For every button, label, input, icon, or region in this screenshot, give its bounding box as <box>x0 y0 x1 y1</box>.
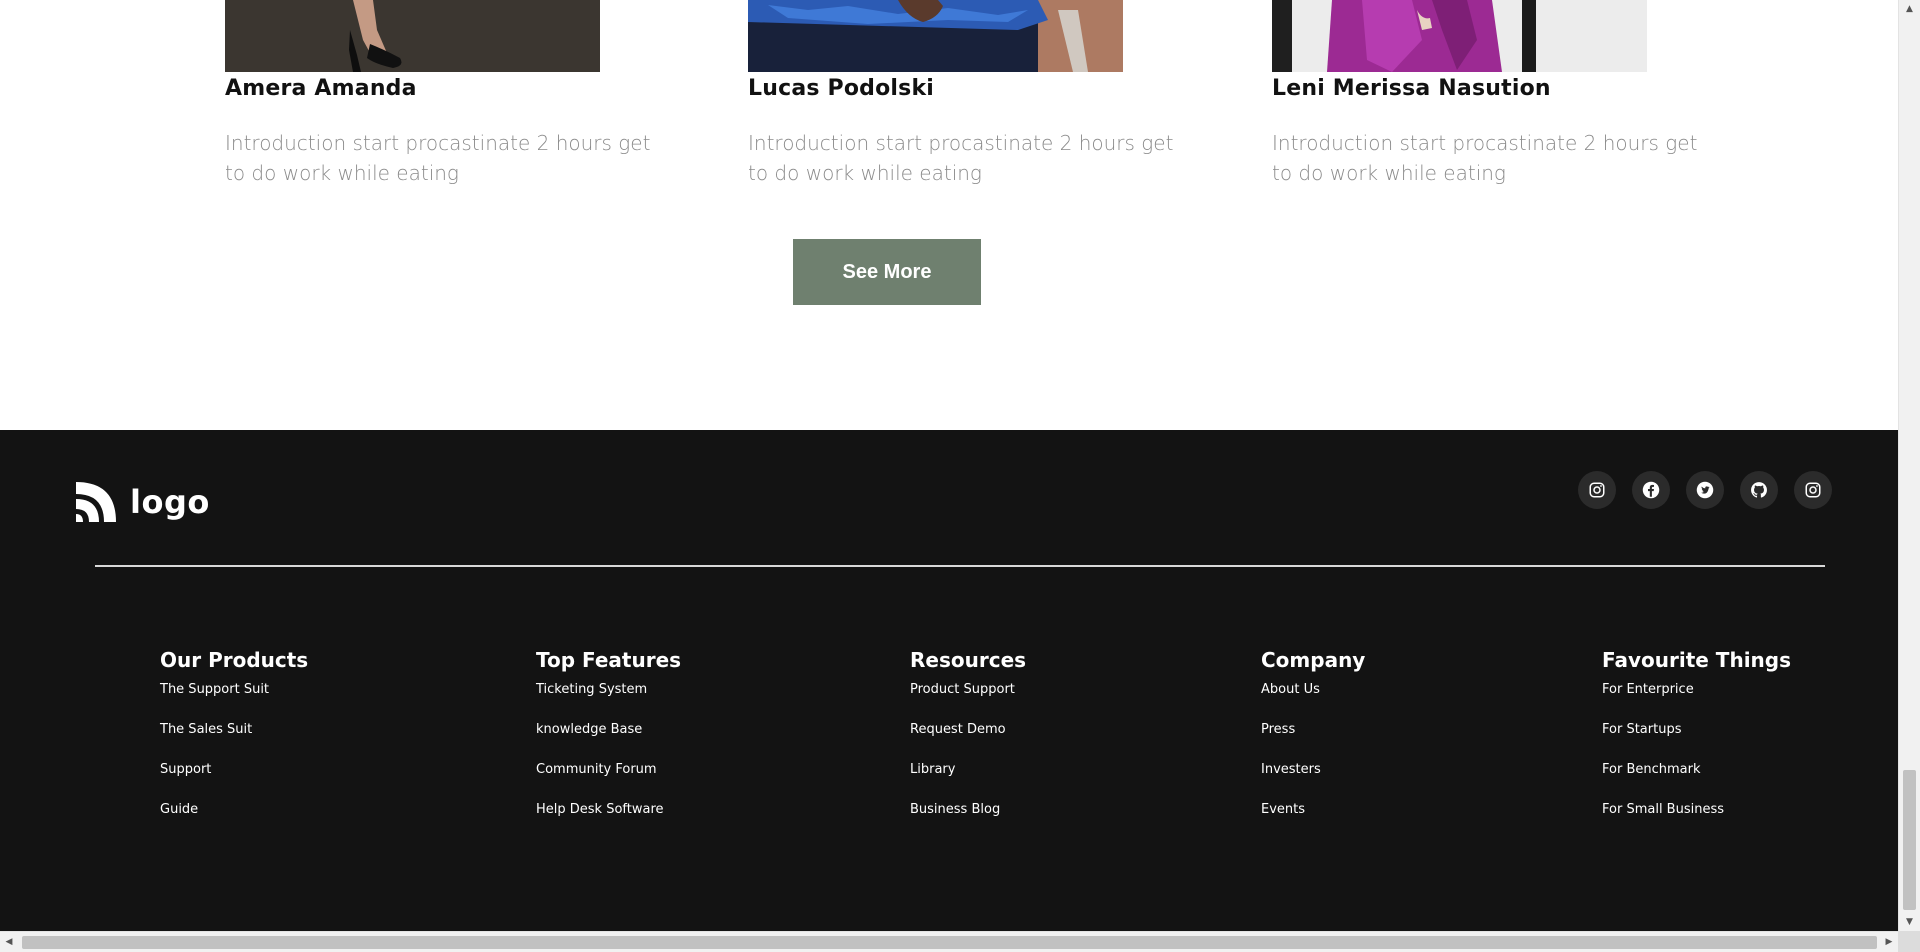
team-member-name: Amera Amanda <box>225 76 417 101</box>
team-member-name: Lucas Podolski <box>748 76 935 101</box>
twitter-link[interactable] <box>1686 471 1724 509</box>
footer-column-resources: Resources Product Support Request Demo L… <box>910 648 1026 842</box>
footer-link[interactable]: The Sales Suit <box>160 722 308 762</box>
footer-link[interactable]: Ticketing System <box>536 682 681 722</box>
footer-link[interactable]: Press <box>1261 722 1365 762</box>
instagram-icon <box>1805 482 1821 498</box>
footer-column-title: Top Features <box>536 648 682 672</box>
logo[interactable]: logo <box>74 480 210 524</box>
footer-link[interactable]: Help Desk Software <box>536 802 681 842</box>
team-section: Amera Amanda Introduction start procasti… <box>0 0 1898 430</box>
footer-column-favourite-things: Favourite Things For Enterprice For Star… <box>1602 648 1791 842</box>
team-member-description: Introduction start procastinate 2 hours … <box>225 131 651 185</box>
see-more-button[interactable]: See More <box>793 239 981 305</box>
footer-column-title: Resources <box>910 648 1027 672</box>
social-links <box>1578 471 1832 509</box>
team-member-name: Leni Merissa Nasution <box>1272 76 1551 101</box>
footer-column-title: Company <box>1261 648 1366 672</box>
github-icon <box>1751 482 1767 498</box>
footer-column-title: Favourite Things <box>1602 648 1792 672</box>
team-member-description: Introduction start procastinate 2 hours … <box>748 131 1174 185</box>
team-photo <box>748 0 1123 72</box>
logo-text: logo <box>130 483 210 521</box>
footer-link[interactable]: Guide <box>160 802 308 842</box>
footer-column-top-features: Top Features Ticketing System knowledge … <box>536 648 681 842</box>
footer-link[interactable]: About Us <box>1261 682 1365 722</box>
footer-link[interactable]: For Enterprice <box>1602 682 1791 722</box>
footer-link[interactable]: knowledge Base <box>536 722 681 762</box>
vertical-scrollbar[interactable]: ▲ ▼ <box>1898 0 1920 931</box>
footer-link[interactable]: Product Support <box>910 682 1026 722</box>
page: Amera Amanda Introduction start procasti… <box>0 0 1898 931</box>
facebook-link[interactable] <box>1632 471 1670 509</box>
instagram-link[interactable] <box>1794 471 1832 509</box>
footer-link[interactable]: For Small Business <box>1602 802 1791 842</box>
facebook-icon <box>1642 481 1660 499</box>
footer: logo Our Products The Support Suit The S… <box>0 430 1898 931</box>
instagram-icon <box>1589 482 1605 498</box>
footer-divider <box>95 565 1825 567</box>
footer-column-our-products: Our Products The Support Suit The Sales … <box>160 648 308 842</box>
scroll-right-arrow-icon[interactable]: ▶ <box>1880 932 1898 952</box>
footer-link[interactable]: Support <box>160 762 308 802</box>
github-link[interactable] <box>1740 471 1778 509</box>
footer-link[interactable]: Events <box>1261 802 1365 842</box>
footer-column-company: Company About Us Press Investers Events <box>1261 648 1365 842</box>
vertical-scrollbar-thumb[interactable] <box>1903 770 1916 910</box>
horizontal-scrollbar-thumb[interactable] <box>22 936 1877 949</box>
photo-illustration <box>225 0 600 72</box>
footer-link[interactable]: Request Demo <box>910 722 1026 762</box>
scroll-down-arrow-icon[interactable]: ▼ <box>1899 913 1920 931</box>
team-member-description: Introduction start procastinate 2 hours … <box>1272 131 1698 185</box>
team-photo <box>225 0 600 72</box>
team-photo <box>1272 0 1647 72</box>
horizontal-scrollbar[interactable]: ◀ ▶ <box>0 931 1898 952</box>
photo-illustration <box>1272 0 1647 72</box>
footer-link[interactable]: The Support Suit <box>160 682 308 722</box>
footer-link[interactable]: For Benchmark <box>1602 762 1791 802</box>
scrollbar-corner <box>1898 931 1920 952</box>
logo-icon <box>76 482 116 522</box>
footer-column-title: Our Products <box>160 648 309 672</box>
photo-illustration <box>748 0 1123 72</box>
scroll-up-arrow-icon[interactable]: ▲ <box>1899 0 1920 18</box>
footer-link[interactable]: Library <box>910 762 1026 802</box>
twitter-icon <box>1696 481 1714 499</box>
scroll-left-arrow-icon[interactable]: ◀ <box>0 932 18 952</box>
footer-link[interactable]: For Startups <box>1602 722 1791 762</box>
footer-link[interactable]: Community Forum <box>536 762 681 802</box>
footer-link[interactable]: Business Blog <box>910 802 1026 842</box>
instagram-link[interactable] <box>1578 471 1616 509</box>
footer-link[interactable]: Investers <box>1261 762 1365 802</box>
